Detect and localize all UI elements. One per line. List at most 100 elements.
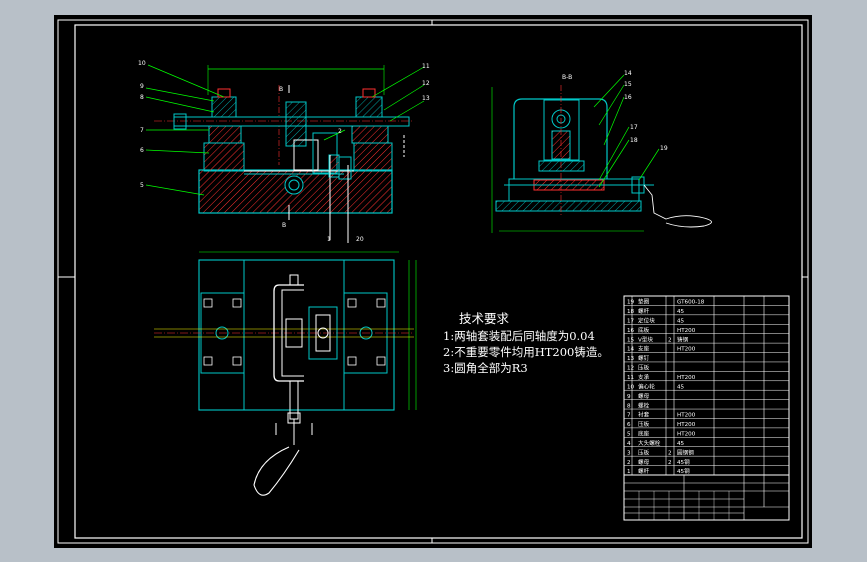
- front-view: B B 10 9 8 7 6 5 11 12 13 2 1 20: [138, 60, 430, 243]
- bom-no: 18: [627, 309, 635, 315]
- bom-row: 8 螺栓: [627, 401, 650, 409]
- bom-material: HT200: [677, 328, 696, 334]
- tech-requirement-1: 1:两轴套装配后同轴度为0.04: [443, 329, 595, 343]
- cad-drawing: B B 10 9 8 7 6 5 11 12 13 2 1 20 B-B 14 …: [57, 19, 809, 544]
- bom-name: 垫圈: [638, 298, 650, 306]
- bom-row: 4 大头螺栓 45: [627, 439, 685, 447]
- bom-qty: 2: [668, 460, 672, 466]
- balloon-20: 20: [356, 236, 364, 243]
- bom-material: 铸钢: [677, 335, 689, 343]
- bom-name: 螺杆: [638, 467, 650, 475]
- tech-requirement-3: 3:圆角全部为R3: [443, 361, 528, 375]
- bom-material: HT200: [677, 347, 696, 353]
- bom-no: 1: [627, 469, 631, 475]
- bom-no: 17: [627, 318, 635, 324]
- bom-name: 螺杆: [638, 307, 650, 315]
- bom-no: 11: [627, 375, 635, 381]
- bom-row: 6 压板 HT200: [627, 420, 696, 428]
- bom-name: 定位块: [638, 316, 655, 324]
- balloon-15: 15: [624, 81, 632, 88]
- bom-material: 45: [677, 384, 685, 390]
- bom-row: 17 定位块 45: [627, 316, 685, 324]
- balloon-16: 16: [624, 94, 632, 101]
- inner-border: [74, 24, 803, 539]
- bom-name: V型块: [638, 335, 653, 343]
- bom-row: 11 支承 HT200: [627, 373, 696, 381]
- balloon-18: 18: [630, 137, 638, 144]
- bom-no: 10: [627, 384, 635, 390]
- balloon-10: 10: [138, 60, 146, 67]
- bom-material: 45: [677, 309, 685, 315]
- bom-name: 螺钉: [638, 354, 650, 362]
- bom-row: 13 螺钉: [627, 354, 650, 362]
- bom-row: 7 衬套 HT200: [627, 411, 696, 419]
- balloon-7: 7: [140, 127, 144, 134]
- bom-material: 45: [677, 441, 685, 447]
- bom-row: 16 底板 HT200: [627, 326, 696, 334]
- drawing-sheet: B B 10 9 8 7 6 5 11 12 13 2 1 20 B-B 14 …: [54, 15, 812, 548]
- bom-material: HT200: [677, 432, 696, 438]
- balloon-5: 5: [140, 182, 144, 189]
- bom-name: 衬套: [638, 411, 650, 419]
- balloon-17: 17: [630, 124, 638, 131]
- bom-material: 圆钢钢: [677, 448, 694, 456]
- bom-no: 14: [627, 347, 635, 353]
- bom-name: 大头螺栓: [638, 439, 661, 447]
- balloon-9: 9: [140, 83, 144, 90]
- bom-name: 支座: [638, 345, 650, 353]
- bom-material: HT200: [677, 422, 696, 428]
- bom-no: 5: [627, 432, 631, 438]
- bom-material: HT200: [677, 413, 696, 419]
- bom-no: 7: [627, 413, 631, 419]
- tech-requirement-2: 2:不重要零件均用HT200铸造。: [443, 345, 609, 359]
- balloon-14: 14: [624, 70, 632, 77]
- bom-no: 12: [627, 366, 634, 372]
- bom-row: 5 底座 HT200: [627, 430, 696, 438]
- bill-of-materials: 19 垫圈 GT600-1818 螺杆 4517 定位块 4516 底板 HT20015 V型块 2…: [623, 295, 790, 521]
- bom-name: 压板: [638, 420, 650, 428]
- bom-material: 45: [677, 318, 685, 324]
- balloon-19: 19: [660, 145, 668, 152]
- svg-text:B: B: [279, 86, 283, 93]
- balloon-13: 13: [422, 95, 430, 102]
- bom-qty: 2: [668, 337, 672, 343]
- balloon-2: 2: [338, 128, 342, 135]
- bom-name: 螺母: [638, 458, 650, 466]
- bom-no: 9: [627, 394, 631, 400]
- bom-no: 8: [627, 403, 631, 409]
- bom-name: 螺栓: [638, 401, 650, 409]
- balloon-1: 1: [327, 236, 331, 243]
- bom-row: 3 压板 2 圆钢钢: [627, 448, 694, 456]
- bom-row: 9 螺母: [627, 392, 650, 400]
- bom-row: 18 螺杆 45: [627, 307, 685, 315]
- balloon-12: 12: [422, 80, 430, 87]
- bom-no: 13: [627, 356, 635, 362]
- side-view-balloons: 14 15 16 17 18 19: [624, 70, 668, 152]
- bom-name: 偏心轮: [638, 382, 655, 390]
- bom-name: 底座: [638, 430, 650, 438]
- tech-requirements-title: 技术要求: [459, 311, 510, 326]
- bom-material: 45钢: [677, 467, 690, 475]
- outer-border: [57, 19, 809, 544]
- bom-no: 2: [627, 460, 631, 466]
- bom-material: GT600-18: [677, 300, 705, 306]
- bom-no: 16: [627, 328, 635, 334]
- bom-row: 10 偏心轮 45: [627, 382, 685, 390]
- bom-name: 压板: [638, 364, 650, 372]
- bom-name: 支承: [638, 373, 650, 381]
- bom-material: HT200: [677, 375, 696, 381]
- section-label: B-B: [562, 74, 572, 81]
- bom-name: 压板: [638, 448, 650, 456]
- balloon-11: 11: [422, 63, 430, 70]
- balloon-6: 6: [140, 147, 144, 154]
- bom-row: 1 螺杆 45钢: [627, 467, 690, 475]
- bom-no: 3: [627, 450, 631, 456]
- bom-name: 螺母: [638, 392, 650, 400]
- bom-no: 15: [627, 337, 635, 343]
- bom-no: 6: [627, 422, 631, 428]
- bom-row: 2 螺母 2 45钢: [627, 458, 690, 466]
- bom-no: 19: [627, 300, 635, 306]
- bom-qty: 2: [668, 450, 672, 456]
- top-view: [154, 251, 417, 496]
- bom-material: 45钢: [677, 458, 690, 466]
